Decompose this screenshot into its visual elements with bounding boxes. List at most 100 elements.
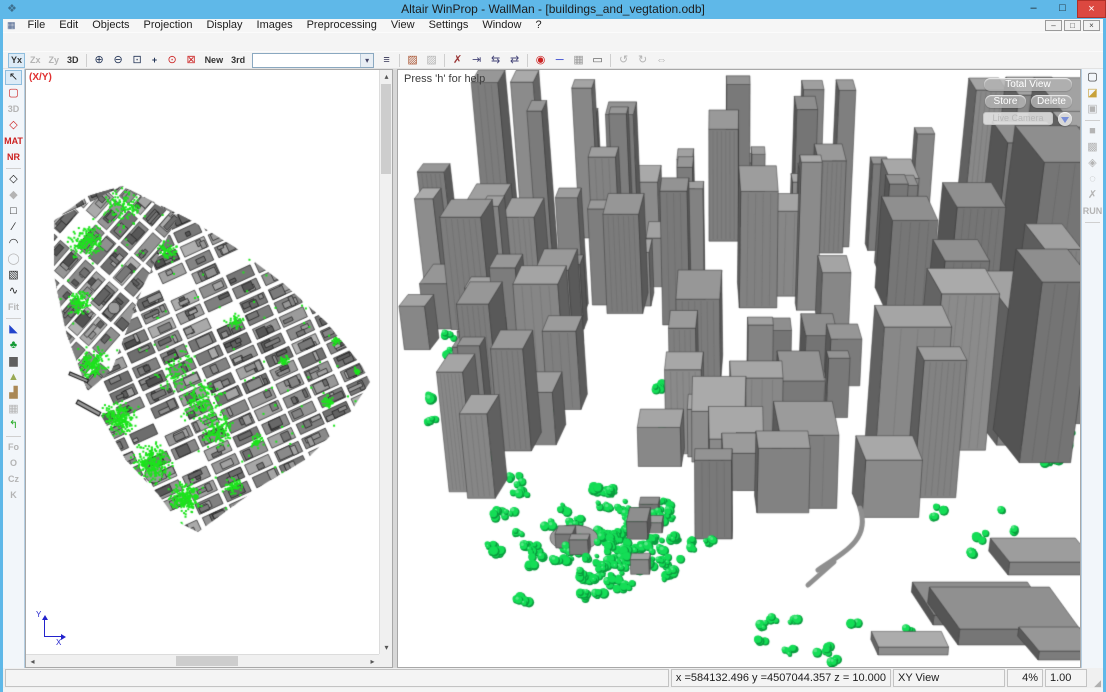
- caption-buttons: – □ ×: [1019, 0, 1106, 18]
- camera-dropdown-button[interactable]: [1058, 112, 1072, 126]
- mdi-minimize-button[interactable]: –: [1045, 20, 1062, 31]
- clean-db-button: ◌: [1084, 172, 1101, 187]
- menu-item-window[interactable]: Window: [475, 19, 528, 32]
- resize-grip[interactable]: [1089, 669, 1101, 687]
- measure-line-button[interactable]: ─: [551, 53, 568, 68]
- horizontal-scroll-thumb[interactable]: [176, 656, 238, 666]
- toolbar-separator: [6, 318, 21, 319]
- toolbar-separator: [6, 168, 21, 169]
- menu-item-settings[interactable]: Settings: [422, 19, 476, 32]
- zoom-extent-button[interactable]: +: [148, 53, 162, 68]
- display-settings-button[interactable]: ▨: [404, 53, 421, 68]
- status-bar: x =584132.496 y =4507044.357 z = 10.000 …: [3, 668, 1103, 688]
- scene-3d-canvas[interactable]: [398, 70, 1080, 667]
- draw-spline-tool-button[interactable]: ∿: [5, 284, 22, 299]
- draw-box-tool-button[interactable]: ▧: [5, 268, 22, 283]
- draw-line-tool-button[interactable]: ∕: [5, 220, 22, 235]
- menu-item-images[interactable]: Images: [250, 19, 300, 32]
- new-view-button[interactable]: New: [202, 53, 227, 68]
- view-3d-button[interactable]: 3D: [64, 53, 82, 68]
- zoom-reset-button[interactable]: ⊠: [183, 53, 200, 68]
- group-cz-button: Cz: [5, 472, 22, 487]
- vertical-scroll-thumb[interactable]: [381, 84, 391, 174]
- zoom-window-button[interactable]: ⊡: [129, 53, 146, 68]
- toolbar-separator: [1085, 120, 1100, 121]
- group-k-button: K: [7, 488, 21, 503]
- connect-2-button[interactable]: ⇆: [487, 53, 504, 68]
- mdi-buttons: – □ ×: [1045, 20, 1103, 31]
- menu-item-preprocessing[interactable]: Preprocessing: [300, 19, 384, 32]
- minimize-button[interactable]: –: [1019, 0, 1048, 18]
- layer-list-button[interactable]: ≡: [378, 53, 395, 68]
- view-3d-pane[interactable]: Press 'h' for help Total View Store Dele…: [397, 69, 1081, 668]
- edit-toolbar: ↖▢3D◇MATNR◇◆□∕◠◯▧∿Fit◣♣▆▲▟▦↰FoOCzK: [3, 69, 25, 668]
- terrain-tool-button[interactable]: ▲: [5, 370, 22, 385]
- delete-selection-button[interactable]: ✗: [449, 53, 466, 68]
- connect-3-button[interactable]: ⇄: [506, 53, 523, 68]
- menu-items: FileEditObjectsProjectionDisplayImagesPr…: [21, 19, 549, 32]
- app-window: ❖ Altair WinProp - WallMan - [buildings_…: [0, 0, 1106, 692]
- menu-item-display[interactable]: Display: [199, 19, 249, 32]
- tower-tool-button[interactable]: ▟: [5, 386, 22, 401]
- menu-bar: ▦ FileEditObjectsProjectionDisplayImages…: [3, 19, 1103, 32]
- combobox-input[interactable]: [253, 54, 360, 66]
- zoom-out-button[interactable]: ⊖: [110, 53, 127, 68]
- menu-item-help[interactable]: ?: [528, 19, 548, 32]
- horizontal-scrollbar[interactable]: ◂ ▸: [26, 654, 379, 667]
- screen-button[interactable]: ▭: [589, 53, 606, 68]
- toolbar-separator: [1085, 222, 1100, 223]
- zoom-point-button[interactable]: ⊙: [164, 53, 181, 68]
- select-polygon-button[interactable]: ◇: [5, 118, 22, 133]
- vertical-scrollbar[interactable]: ▴ ▾: [379, 70, 392, 654]
- menu-item-view[interactable]: View: [384, 19, 422, 32]
- vegetation-tool-button[interactable]: ♣: [5, 338, 22, 353]
- scroll-right-icon[interactable]: ▸: [366, 655, 379, 668]
- toolbar-separator: [610, 54, 611, 67]
- view-xy-button[interactable]: Yx: [8, 53, 25, 68]
- menu-item-edit[interactable]: Edit: [52, 19, 85, 32]
- third-view-button[interactable]: 3rd: [228, 53, 248, 68]
- grid-button[interactable]: ▦: [570, 53, 587, 68]
- store-button[interactable]: Store: [985, 95, 1026, 108]
- draw-rectangle-tool-button[interactable]: □: [5, 204, 22, 219]
- mdi-restore-button[interactable]: □: [1064, 20, 1081, 31]
- check-data-button: ▩: [1084, 140, 1101, 155]
- title-bar: ❖ Altair WinProp - WallMan - [buildings_…: [0, 0, 1106, 19]
- rotate-right-button: ↻: [634, 53, 651, 68]
- open-project-button[interactable]: ◪: [1084, 86, 1101, 101]
- map-2d-canvas[interactable]: [26, 70, 379, 654]
- convert-tool-button[interactable]: ◣: [5, 322, 22, 337]
- maximize-button[interactable]: □: [1048, 0, 1077, 18]
- new-project-button[interactable]: ▢: [1084, 70, 1101, 85]
- menu-item-file[interactable]: File: [21, 19, 53, 32]
- close-button[interactable]: ×: [1077, 0, 1106, 18]
- total-view-button[interactable]: Total View: [984, 78, 1072, 91]
- scroll-up-icon[interactable]: ▴: [380, 70, 393, 83]
- scroll-down-icon[interactable]: ▾: [380, 641, 393, 654]
- select-rectangle-button[interactable]: ▢: [5, 86, 22, 101]
- combobox-dropdown-icon[interactable]: ▾: [360, 54, 373, 67]
- edit-select-button[interactable]: ↖: [5, 70, 22, 85]
- step-back-button[interactable]: ↰: [5, 418, 22, 433]
- scroll-left-icon[interactable]: ◂: [26, 655, 39, 668]
- menu-item-projection[interactable]: Projection: [137, 19, 200, 32]
- wall-tool-button[interactable]: ▆: [5, 354, 22, 369]
- workspace: ↖▢3D◇MATNR◇◆□∕◠◯▧∿Fit◣♣▆▲▟▦↰FoOCzK (X/Y)…: [3, 69, 1103, 668]
- draw-arc-tool-button[interactable]: ◠: [5, 236, 22, 251]
- antenna-point-button[interactable]: ◉: [532, 53, 549, 68]
- selection-combobox[interactable]: ▾: [252, 53, 374, 68]
- view-2d-pane[interactable]: (X/Y) Y X ▴ ▾ ◂ ▸: [25, 69, 393, 668]
- connect-1-button[interactable]: ⇥: [468, 53, 485, 68]
- nr-mode-button[interactable]: NR: [4, 150, 23, 165]
- draw-ellipse-tool-button: ◯: [5, 252, 22, 267]
- draw-polygon-tool-button[interactable]: ◇: [5, 172, 22, 187]
- axis-y-label: Y: [36, 610, 41, 619]
- delete-button[interactable]: Delete: [1031, 95, 1072, 108]
- live-camera-button[interactable]: Live Camera: [983, 112, 1053, 125]
- zoom-in-button[interactable]: ⊕: [91, 53, 108, 68]
- mdi-close-button[interactable]: ×: [1083, 20, 1100, 31]
- run-button: RUN: [1080, 204, 1106, 219]
- menu-item-objects[interactable]: Objects: [85, 19, 136, 32]
- material-mode-button[interactable]: MAT: [1, 134, 26, 149]
- help-hint: Press 'h' for help: [404, 73, 485, 85]
